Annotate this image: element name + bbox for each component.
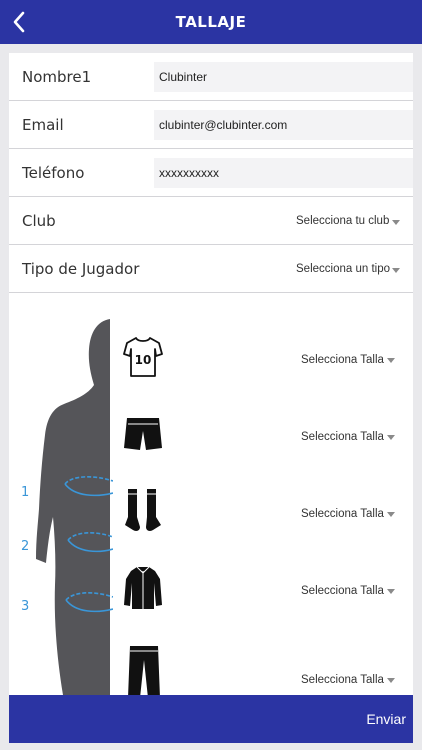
player-type-label: Tipo de Jugador <box>22 260 140 278</box>
measure-number-1: 1 <box>21 485 30 500</box>
email-field[interactable] <box>154 110 413 140</box>
measure-number-3: 3 <box>21 599 30 614</box>
club-select[interactable]: Selecciona tu club <box>296 215 389 227</box>
chevron-down-icon <box>387 512 395 517</box>
phone-label: Teléfono <box>22 164 85 182</box>
submit-button[interactable]: Enviar <box>366 695 406 743</box>
name-field[interactable] <box>154 62 413 92</box>
size-section: 1 2 3 10 Selecciona Talla Selecciona Tal… <box>9 297 413 695</box>
jacket-size-select[interactable]: Selecciona Talla <box>301 585 384 597</box>
email-label: Email <box>22 116 64 134</box>
chevron-down-icon <box>387 358 395 363</box>
chevron-down-icon <box>387 589 395 594</box>
socks-icon <box>125 489 161 531</box>
chevron-left-icon <box>13 11 25 33</box>
chevron-down-icon <box>392 268 400 273</box>
phone-field[interactable] <box>154 158 413 188</box>
footer-bar: Enviar <box>9 695 413 743</box>
club-row[interactable]: Club Selecciona tu club <box>9 197 413 245</box>
phone-row: Teléfono <box>9 149 413 197</box>
shorts-size-select[interactable]: Selecciona Talla <box>301 431 384 443</box>
pants-icon <box>128 646 160 695</box>
socks-size-select[interactable]: Selecciona Talla <box>301 508 384 520</box>
jersey-icon: 10 <box>123 337 163 377</box>
email-row: Email <box>9 101 413 149</box>
page-title: TALLAJE <box>175 13 247 31</box>
chevron-down-icon <box>387 435 395 440</box>
back-button[interactable] <box>4 6 34 38</box>
jacket-icon <box>124 566 162 609</box>
measure-number-2: 2 <box>21 539 30 554</box>
sizing-form: Nombre1 Email Teléfono Club Selecciona t… <box>9 53 413 743</box>
shorts-icon <box>124 418 162 450</box>
player-type-select[interactable]: Selecciona un tipo <box>296 263 390 275</box>
player-type-row[interactable]: Tipo de Jugador Selecciona un tipo <box>9 245 413 293</box>
header-bar: TALLAJE <box>0 0 422 44</box>
pants-size-select[interactable]: Selecciona Talla <box>301 674 384 686</box>
club-label: Club <box>22 212 56 230</box>
name-label: Nombre1 <box>22 68 92 86</box>
chevron-down-icon <box>387 678 395 683</box>
jersey-number: 10 <box>135 353 152 367</box>
name-row: Nombre1 <box>9 53 413 101</box>
chevron-down-icon <box>392 220 400 225</box>
jersey-size-select[interactable]: Selecciona Talla <box>301 354 384 366</box>
